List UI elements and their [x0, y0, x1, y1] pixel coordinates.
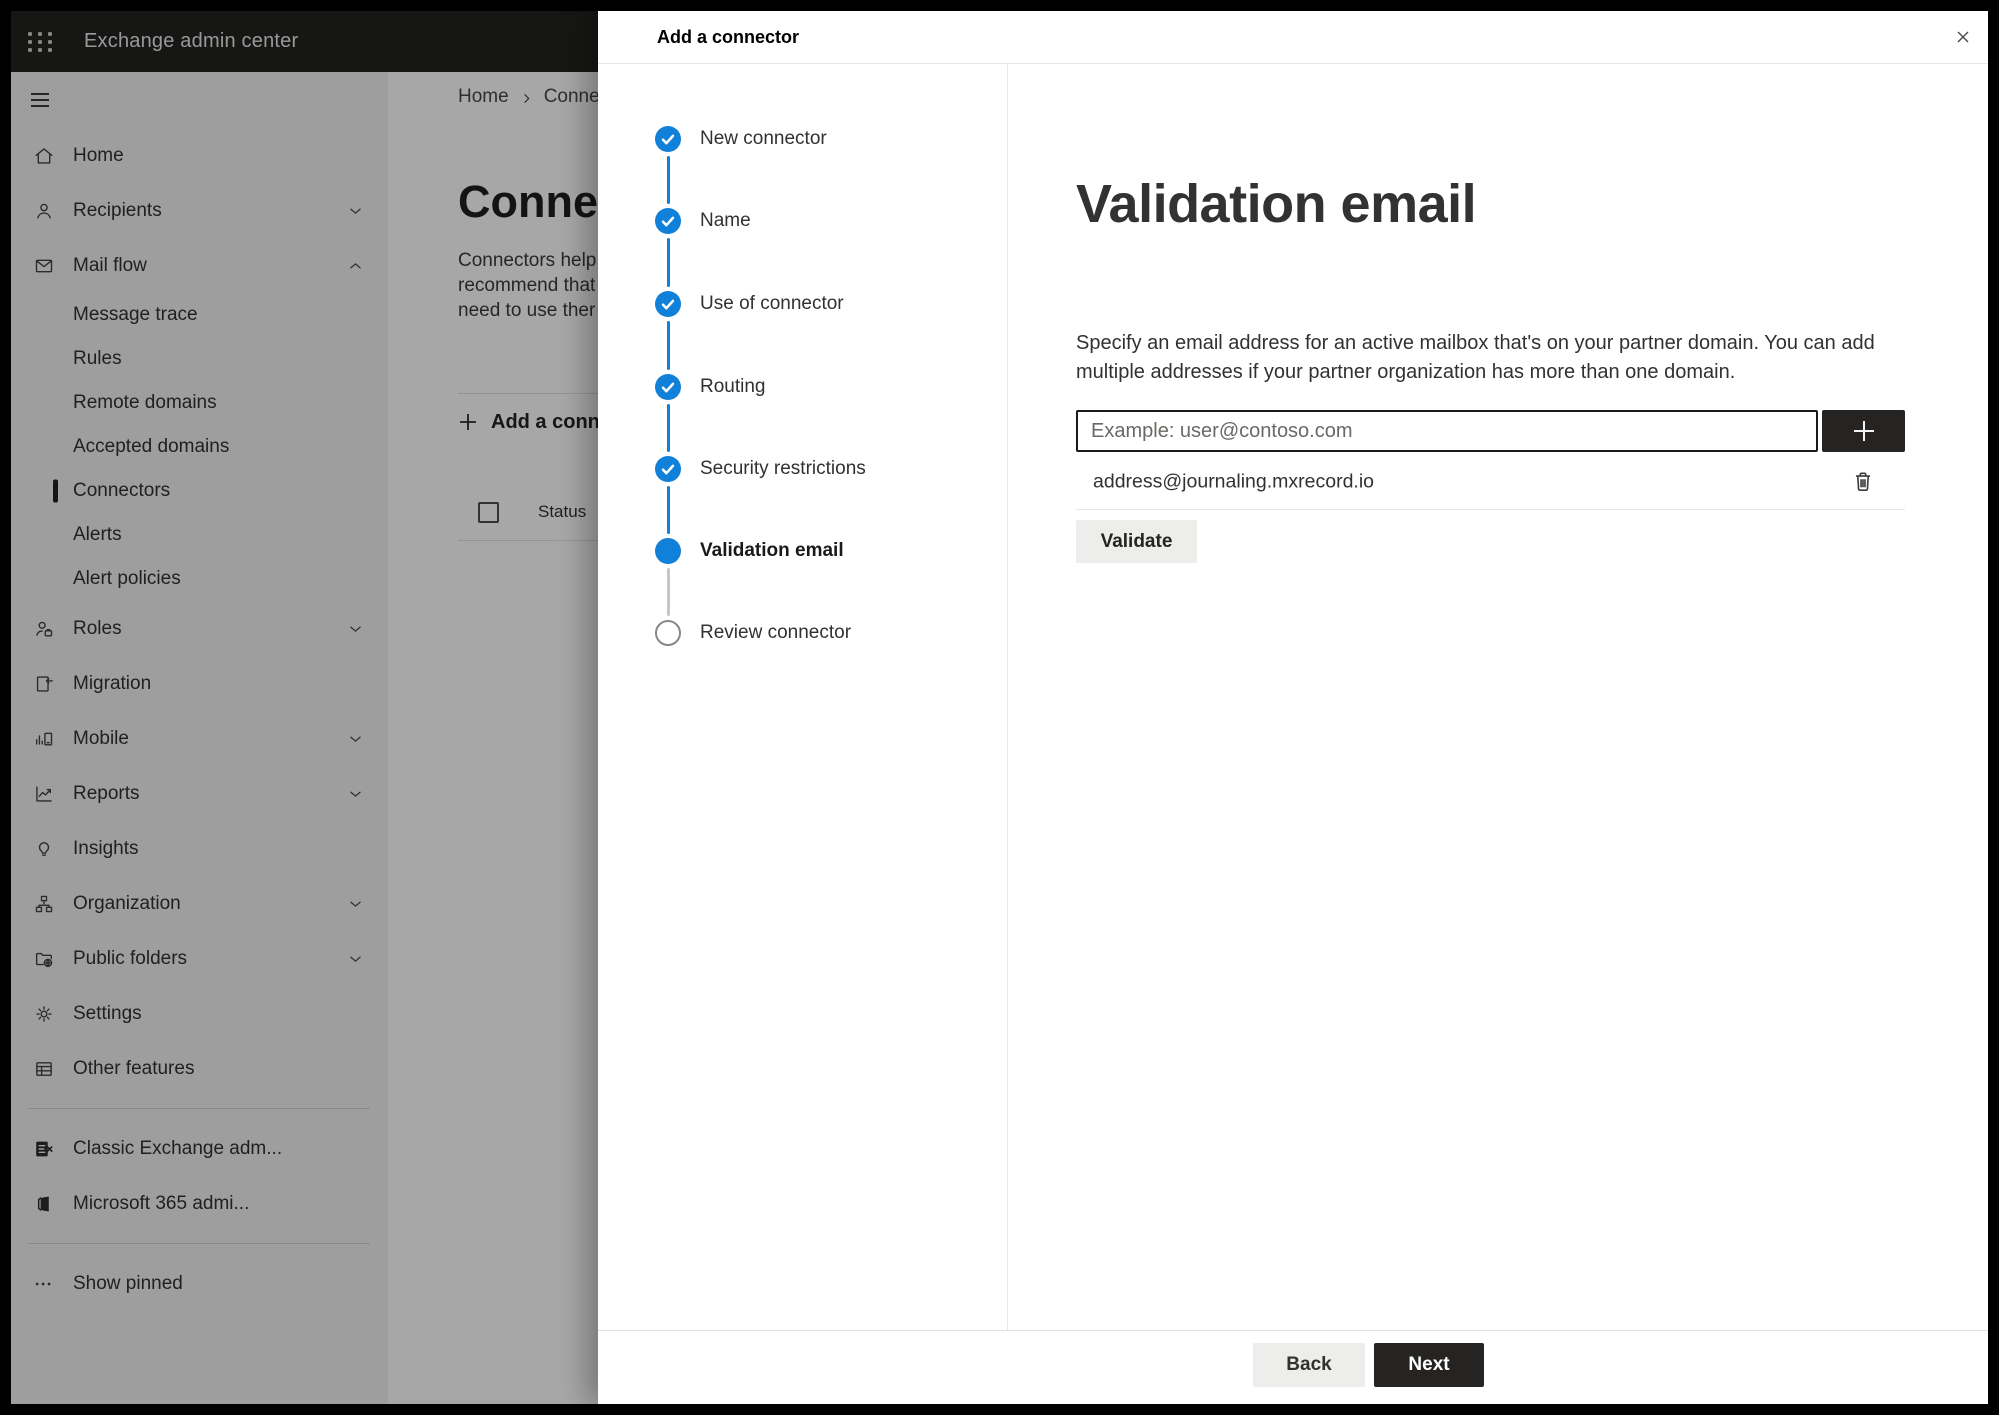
- trash-icon: [1855, 472, 1871, 491]
- step-circle-done: [655, 456, 681, 482]
- step-circle-current: [655, 538, 681, 564]
- step-label: Use of connector: [700, 293, 844, 314]
- step-connector-line: [666, 238, 670, 287]
- panel-header: Add a connector: [598, 11, 1988, 64]
- close-button[interactable]: [1950, 24, 1976, 50]
- step-label: New connector: [700, 128, 827, 149]
- email-address-row: address@journaling.mxrecord.io: [1076, 463, 1905, 501]
- add-connector-panel: Add a connector New connector Name Use of …: [598, 11, 1988, 1404]
- checkmark-icon: [661, 299, 675, 310]
- next-button[interactable]: Next: [1374, 1343, 1484, 1387]
- step-label: Validation email: [700, 540, 844, 561]
- screenshot-frame: Exchange admin center Home Recipients Mail…: [0, 0, 1999, 1415]
- step-heading: Validation email: [1076, 174, 1477, 234]
- screen: Exchange admin center Home Recipients Mail…: [11, 11, 1988, 1404]
- delete-address-button[interactable]: [1848, 467, 1878, 497]
- validation-email-input[interactable]: [1076, 410, 1818, 452]
- add-email-button[interactable]: [1822, 410, 1905, 452]
- divider: [1076, 509, 1905, 510]
- panel-title: Add a connector: [657, 26, 800, 47]
- step-circle-done: [655, 208, 681, 234]
- step-label: Routing: [700, 376, 766, 397]
- divider: [1007, 63, 1008, 1330]
- divider: [598, 1330, 1988, 1331]
- step-description-line: Specify an email address for an active m…: [1076, 332, 1875, 354]
- step-label: Review connector: [700, 622, 852, 643]
- step-label: Name: [700, 210, 751, 231]
- step-circle-upcoming: [655, 620, 681, 646]
- step-description-line: multiple addresses if your partner organ…: [1076, 361, 1736, 383]
- step-circle-done: [655, 126, 681, 152]
- close-icon: [1957, 31, 1969, 43]
- step-circle-done: [655, 374, 681, 400]
- step-connector-line: [666, 404, 670, 452]
- checkmark-icon: [661, 382, 675, 393]
- back-button[interactable]: Back: [1253, 1343, 1365, 1387]
- modal-scrim: [11, 11, 598, 1404]
- wizard-stepper: New connector Name Use of connector Routing…: [598, 63, 1007, 1331]
- validate-button[interactable]: Validate: [1076, 520, 1197, 563]
- step-connector-line: [666, 486, 670, 534]
- step-circle-done: [655, 291, 681, 317]
- checkmark-icon: [661, 464, 675, 475]
- step-description: Specify an email address for an active m…: [1076, 329, 1875, 387]
- step-label: Security restrictions: [700, 458, 866, 479]
- step-connector-line: [666, 321, 670, 370]
- plus-icon: [1853, 421, 1874, 441]
- checkmark-icon: [661, 216, 675, 227]
- step-connector-line: [666, 156, 670, 204]
- email-address-value: address@journaling.mxrecord.io: [1093, 470, 1375, 493]
- checkmark-icon: [661, 134, 675, 145]
- step-connector-line: [666, 568, 670, 616]
